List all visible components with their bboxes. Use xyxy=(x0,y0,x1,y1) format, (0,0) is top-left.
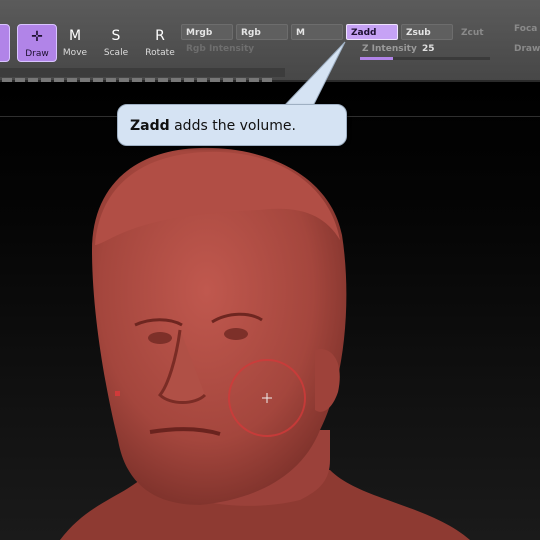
z-intensity-value: 25 xyxy=(421,44,435,54)
sculpt-model xyxy=(60,147,470,540)
rotate-icon: R xyxy=(155,28,165,44)
previous-tool-button[interactable] xyxy=(0,24,10,62)
zsub-button[interactable]: Zsub xyxy=(401,24,453,40)
draw-button[interactable]: ✛ Draw xyxy=(17,24,57,62)
z-intensity-fill xyxy=(360,57,393,60)
toolbar-shelf xyxy=(0,68,285,83)
rotate-button[interactable]: R Rotate xyxy=(141,24,179,60)
draw-size-label: Draw xyxy=(514,44,540,54)
draw-icon: ✛ xyxy=(31,29,43,45)
move-button[interactable]: M Move xyxy=(56,24,94,60)
move-icon: M xyxy=(68,28,82,44)
focal-label: Foca xyxy=(514,24,538,34)
scale-button[interactable]: S Scale xyxy=(97,24,135,60)
canvas-viewport[interactable] xyxy=(0,82,540,540)
mrgb-button[interactable]: Mrgb xyxy=(181,24,233,40)
top-toolbar: ✛ Draw M Move S Scale R Rotate Mrgb Rgb … xyxy=(0,0,540,83)
head-sculpt xyxy=(60,147,470,540)
rgb-button[interactable]: Rgb xyxy=(236,24,288,40)
callout-text: adds the volume. xyxy=(169,118,296,134)
rgb-intensity-slider[interactable]: Rgb Intensity xyxy=(186,44,254,54)
m-button[interactable]: M xyxy=(291,24,343,40)
callout-bold: Zadd xyxy=(130,118,170,134)
marker-dot xyxy=(115,391,120,396)
z-intensity-slider[interactable]: Z Intensity 25 xyxy=(362,44,435,54)
z-intensity-track[interactable] xyxy=(360,57,490,60)
zadd-button[interactable]: Zadd xyxy=(346,24,398,40)
tooltip-callout: Zadd adds the volume. xyxy=(117,104,347,146)
scale-icon: S xyxy=(111,28,121,44)
z-intensity-label: Z Intensity xyxy=(362,44,417,54)
zcut-button[interactable]: Zcut xyxy=(456,24,496,40)
